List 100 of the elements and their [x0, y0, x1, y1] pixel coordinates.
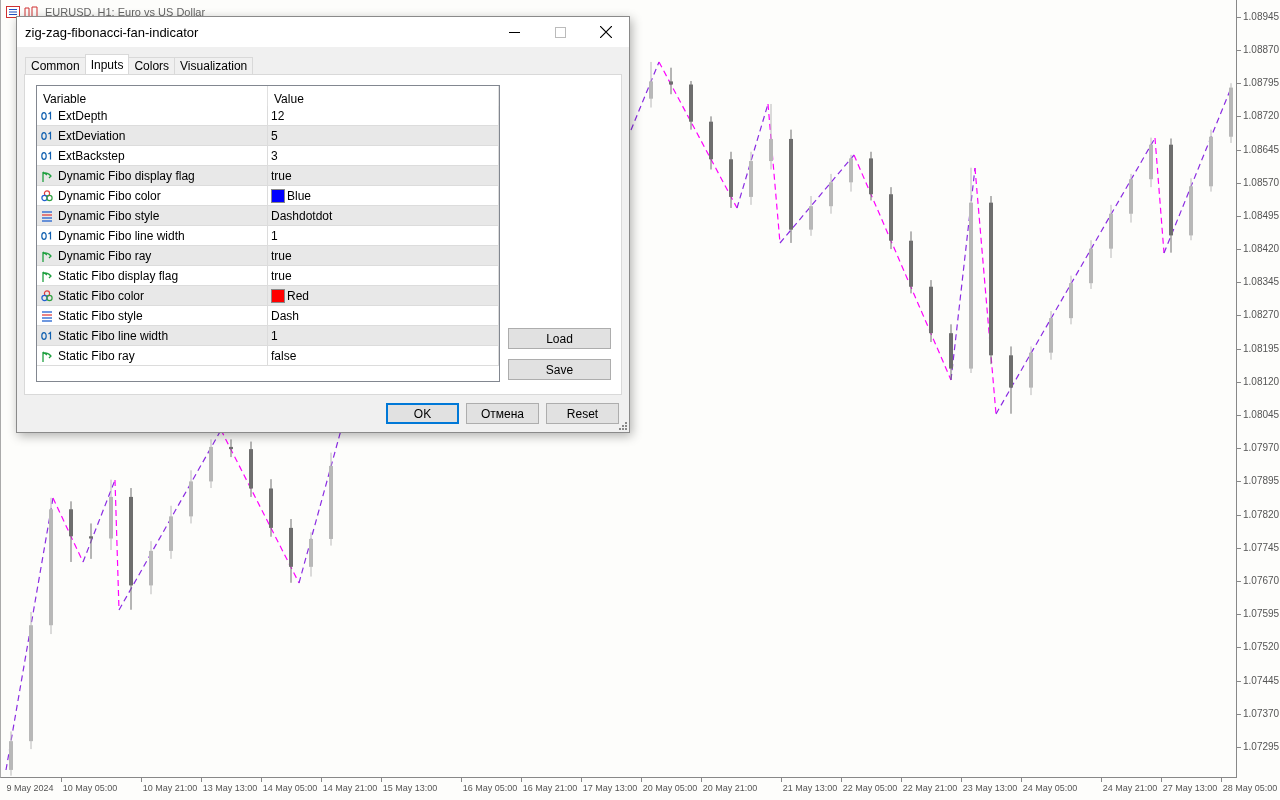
price-label: 1.08795 — [1243, 77, 1280, 90]
candlestick — [1029, 345, 1033, 396]
variable-name: ExtDeviation — [58, 128, 126, 143]
price-label: 1.08345 — [1243, 276, 1280, 289]
candlestick — [149, 540, 153, 595]
candlestick — [9, 730, 13, 777]
time-label: 16 May 05:00 — [462, 783, 518, 793]
candlestick — [749, 151, 753, 206]
price-label: 1.08420 — [1243, 243, 1280, 256]
variable-name: Dynamic Fibo style — [58, 208, 160, 223]
tab[interactable]: Visualization — [174, 57, 254, 74]
candlestick — [1189, 177, 1193, 241]
value-text: Red — [287, 288, 309, 303]
branch-arrow-icon — [41, 249, 53, 262]
number-icon — [41, 329, 53, 342]
dialog-button[interactable]: Reset — [546, 403, 619, 424]
value-text: true — [271, 268, 292, 283]
variable-name: Dynamic Fibo line width — [58, 228, 185, 243]
time-label: 27 May 13:00 — [1162, 783, 1218, 793]
candlestick — [1069, 275, 1073, 325]
column-header[interactable]: Variable — [37, 86, 268, 112]
chart-title: EURUSD, H1: Euro vs US Dollar — [45, 6, 206, 18]
time-label: 22 May 21:00 — [902, 783, 958, 793]
price-label: 1.07520 — [1243, 641, 1280, 654]
time-label: 20 May 21:00 — [702, 783, 758, 793]
candlestick — [729, 151, 733, 209]
time-label: 20 May 05:00 — [642, 783, 698, 793]
value-text: 5 — [271, 128, 278, 143]
variable-name: Dynamic Fibo ray — [58, 248, 152, 263]
price-label: 1.07895 — [1243, 475, 1280, 488]
variable-name: ExtBackstep — [58, 148, 125, 163]
value-text: Dash — [271, 308, 299, 323]
table-cell[interactable]: Dashdotdot — [268, 206, 499, 226]
time-label: 23 May 13:00 — [962, 783, 1018, 793]
value-text: false — [271, 348, 297, 363]
candlestick — [269, 478, 273, 538]
tab[interactable]: Inputs — [84, 54, 130, 74]
time-label: 10 May 21:00 — [142, 783, 198, 793]
candlestick — [309, 531, 313, 578]
side-button[interactable]: Load — [508, 328, 611, 349]
price-label: 1.07670 — [1243, 574, 1280, 587]
dialog-button[interactable]: OK — [386, 403, 459, 424]
variable-name: Static Fibo style — [58, 308, 143, 323]
tab[interactable]: Common — [25, 57, 86, 74]
table-cell[interactable]: true — [268, 166, 499, 186]
price-label: 1.08645 — [1243, 143, 1280, 156]
time-label: 14 May 05:00 — [262, 783, 318, 793]
value-text: true — [271, 248, 292, 263]
resize-grip-icon[interactable] — [618, 421, 628, 431]
table-cell[interactable]: true — [268, 246, 499, 266]
table-cell[interactable]: 5 — [268, 126, 499, 146]
candlestick — [1229, 82, 1233, 144]
time-label: 21 May 13:00 — [782, 783, 838, 793]
candlestick — [689, 80, 693, 131]
line-style-icon — [41, 209, 53, 222]
value-text: 3 — [271, 148, 278, 163]
price-label: 1.08270 — [1243, 309, 1280, 322]
branch-arrow-icon — [41, 269, 53, 282]
price-label: 1.08120 — [1243, 375, 1280, 388]
time-label: 22 May 05:00 — [842, 783, 898, 793]
candlestick — [909, 230, 913, 294]
time-label: 17 May 13:00 — [582, 783, 638, 793]
candlestick — [769, 103, 773, 170]
dialog-title: zig-zag-fibonacci-fan-indicator — [25, 24, 200, 40]
side-button[interactable]: Save — [508, 359, 611, 380]
time-label: 14 May 21:00 — [322, 783, 378, 793]
palette-icon — [41, 189, 53, 202]
time-label: 10 May 05:00 — [62, 783, 118, 793]
candlestick — [109, 479, 113, 551]
table-cell[interactable]: false — [268, 346, 499, 366]
value-text: 1 — [271, 228, 278, 243]
palette-icon — [41, 289, 53, 302]
variable-name: Static Fibo line width — [58, 328, 169, 343]
variable-name: Dynamic Fibo color — [58, 188, 161, 203]
price-label: 1.08720 — [1243, 110, 1280, 123]
price-label: 1.08945 — [1243, 10, 1280, 23]
candlestick — [849, 154, 853, 193]
time-label: 16 May 21:00 — [522, 783, 578, 793]
price-label: 1.07970 — [1243, 442, 1280, 455]
time-label: 15 May 13:00 — [382, 783, 438, 793]
table-cell[interactable]: 1 — [268, 326, 499, 346]
value-text: Dashdotdot — [271, 208, 333, 223]
dialog-button[interactable]: Отмена — [466, 403, 539, 424]
candlestick — [229, 438, 233, 458]
candlestick — [249, 441, 253, 498]
candlestick — [209, 438, 213, 489]
column-header[interactable]: Value — [268, 86, 499, 112]
candlestick — [889, 186, 893, 250]
candlestick — [649, 61, 653, 108]
price-label: 1.08870 — [1243, 44, 1280, 56]
time-label: 28 May 05:00 — [1222, 783, 1278, 793]
candlestick — [69, 500, 73, 563]
branch-arrow-icon — [41, 349, 53, 362]
branch-arrow-icon — [41, 169, 53, 182]
time-label: 13 May 13:00 — [202, 783, 258, 793]
candlestick — [949, 323, 953, 381]
table-cell[interactable]: Red — [268, 286, 499, 306]
price-label: 1.07745 — [1243, 541, 1280, 554]
candlestick — [1149, 137, 1153, 188]
candlestick — [929, 279, 933, 343]
